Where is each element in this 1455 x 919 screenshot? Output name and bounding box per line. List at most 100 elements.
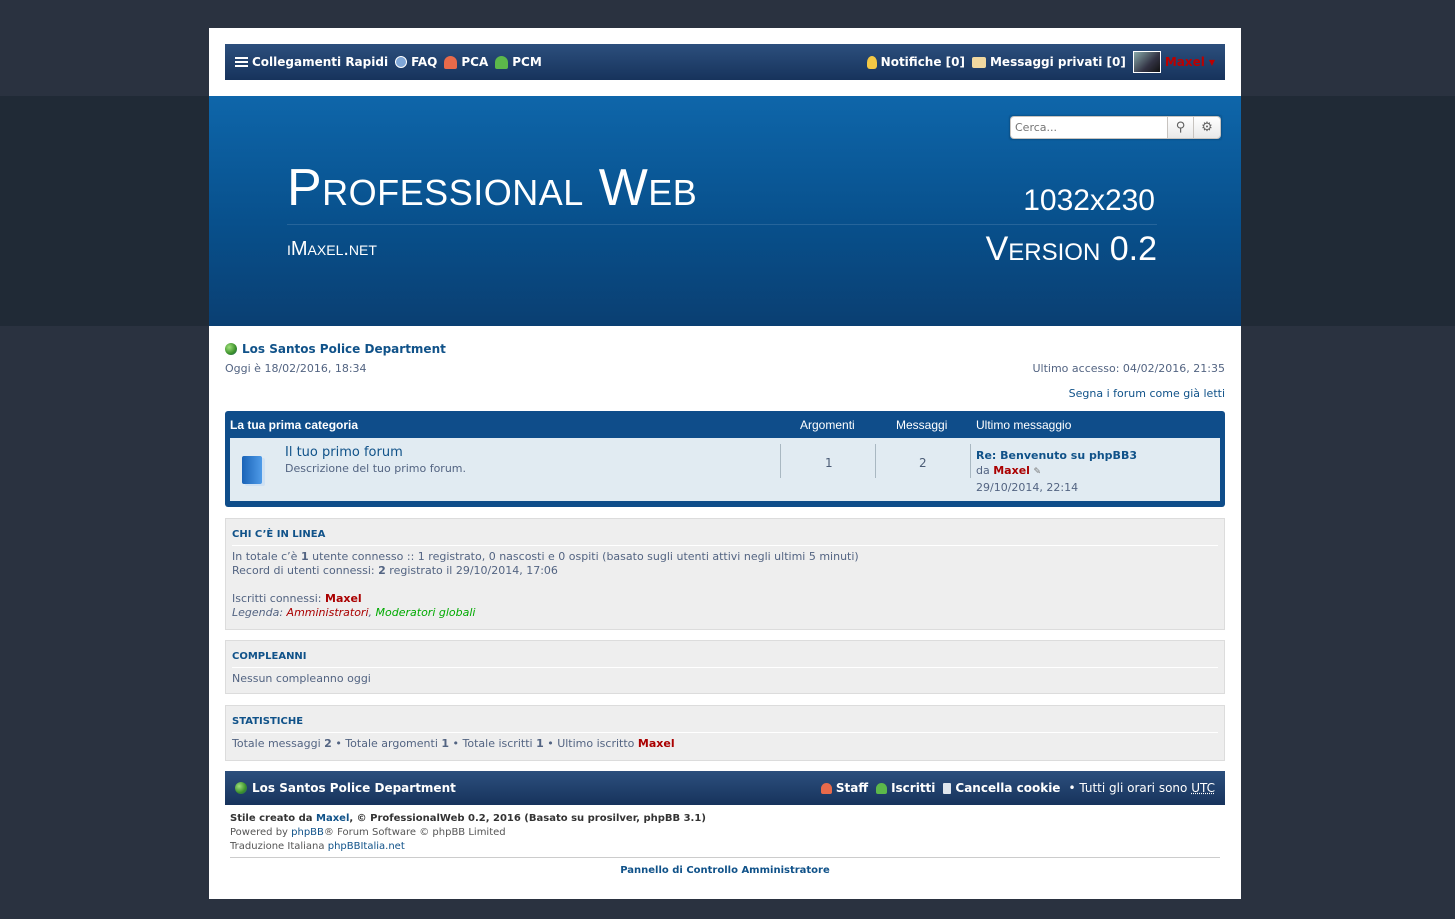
record-count: 2 <box>378 564 386 577</box>
faq-label: FAQ <box>411 55 438 69</box>
notifications-label: Notifiche [0] <box>880 55 965 69</box>
help-icon <box>395 56 408 68</box>
admin-user-icon <box>444 55 458 69</box>
pca-link[interactable]: PCA <box>444 55 488 69</box>
forum-read-icon <box>242 456 262 484</box>
delete-cookies-label: Cancella cookie <box>955 781 1061 795</box>
search-icon: ⚲ <box>1175 120 1186 135</box>
stat-label: • Totale iscritti <box>449 737 537 750</box>
page-wrapper: Collegamenti Rapidi FAQ PCA PCM Notifich… <box>209 28 1241 899</box>
forum-title-link[interactable]: Il tuo primo forum <box>285 445 403 460</box>
style-credit-text: Stile creato da <box>230 813 317 824</box>
advanced-search-button[interactable]: ⚙ <box>1194 116 1221 139</box>
online-members-label: Iscritti connessi: <box>232 592 325 605</box>
faq-link[interactable]: FAQ <box>395 55 437 69</box>
translation-link[interactable]: phpBBItalia.net <box>328 841 405 852</box>
column-divider <box>970 444 971 478</box>
statistics-heading: STATISTICHE <box>232 716 304 727</box>
username-label: Maxel <box>1164 55 1205 69</box>
logo-version: Version 0.2 <box>985 230 1157 268</box>
last-post-by-label: da <box>976 464 990 477</box>
stat-label: • Totale argomenti <box>331 737 442 750</box>
pca-label: PCA <box>461 55 489 69</box>
timezone-abbr: UTC <box>1191 781 1215 795</box>
col-last-post-header: Ultimo messaggio <box>976 418 1072 432</box>
mark-forums-read-link[interactable]: Segna i forum come già letti <box>1069 387 1225 400</box>
last-visit: Ultimo accesso: 04/02/2016, 21:35 <box>1032 362 1225 375</box>
panel-divider <box>232 667 1218 668</box>
breadcrumb-site-link[interactable]: Los Santos Police Department <box>242 342 446 356</box>
col-posts-header: Messaggi <box>896 418 948 432</box>
phpbb-link[interactable]: phpBB <box>291 827 324 838</box>
logo-divider <box>287 224 1157 225</box>
statistics-body: Totale messaggi 2 • Totale argomenti 1 •… <box>232 737 675 751</box>
pcm-label: PCM <box>512 55 542 69</box>
forum-topics-count: 1 <box>825 456 833 470</box>
panel-divider <box>232 732 1218 733</box>
last-post-author-link[interactable]: Maxel <box>993 464 1030 477</box>
staff-icon <box>820 782 832 794</box>
current-date: Oggi è 18/02/2016, 18:34 <box>225 362 367 375</box>
stat-total-posts: 2 <box>324 737 332 750</box>
forum-posts-count: 2 <box>919 456 927 470</box>
caret-down-icon: ▼ <box>1208 57 1215 67</box>
members-link[interactable]: Iscritti <box>876 781 935 795</box>
translation-text: Traduzione Italiana <box>230 841 328 852</box>
last-post-title-link[interactable]: Re: Benvenuto su phpBB3 <box>976 449 1137 462</box>
style-author-link[interactable]: Maxel <box>316 813 349 824</box>
staff-link[interactable]: Staff <box>820 781 869 795</box>
admin-control-panel-link[interactable]: Pannello di Controllo Amministratore <box>209 865 1241 876</box>
logo-site: iMaxel.net <box>287 238 377 260</box>
trash-icon <box>943 782 952 794</box>
logo-size: 1032x230 <box>1023 184 1155 217</box>
logo-title: Professional Web <box>287 159 698 217</box>
search-button[interactable]: ⚲ <box>1167 116 1194 139</box>
bell-icon <box>866 55 877 69</box>
footer-navbar: Los Santos Police Department Staff Iscri… <box>225 771 1225 805</box>
footer-home-link[interactable]: Los Santos Police Department <box>235 771 456 805</box>
last-post-info: Re: Benvenuto su phpBB3 da Maxel ✎ 29/10… <box>976 448 1137 495</box>
view-latest-post-icon[interactable]: ✎ <box>1033 467 1041 477</box>
online-text: In totale c’è <box>232 550 301 563</box>
stat-label: • Ultimo iscritto <box>543 737 638 750</box>
timezone-text: • Tutti gli orari sono UTC <box>1068 781 1215 795</box>
quick-links-label: Collegamenti Rapidi <box>252 55 389 69</box>
footer-site-label: Los Santos Police Department <box>252 781 456 795</box>
forum-description: Descrizione del tuo primo forum. <box>285 462 467 475</box>
column-divider <box>780 444 781 478</box>
avatar <box>1132 51 1161 73</box>
copyright-block: Stile creato da Maxel, © ProfessionalWeb… <box>230 812 706 854</box>
breadcrumb[interactable]: Los Santos Police Department <box>225 342 446 356</box>
newest-member-link[interactable]: Maxel <box>638 737 675 750</box>
legend-separator: , <box>368 606 373 619</box>
pcm-link[interactable]: PCM <box>495 55 542 69</box>
who-is-online-panel: CHI C’È IN LINEA In totale c’è 1 utente … <box>225 518 1225 630</box>
search-input[interactable] <box>1010 116 1167 139</box>
birthdays-text: Nessun compleanno oggi <box>232 672 371 685</box>
who-is-online-heading[interactable]: CHI C’È IN LINEA <box>232 529 325 540</box>
delete-cookies-link[interactable]: Cancella cookie <box>943 781 1060 795</box>
moderator-user-icon <box>495 55 509 69</box>
staff-label: Staff <box>835 781 869 795</box>
search-box: ⚲ ⚙ <box>1010 116 1221 139</box>
online-member-link[interactable]: Maxel <box>325 592 362 605</box>
birthdays-heading: COMPLEANNI <box>232 651 307 662</box>
forum-row: Il tuo primo forum Descrizione del tuo p… <box>230 438 1220 501</box>
user-menu[interactable]: Maxel ▼ <box>1132 51 1215 73</box>
birthdays-panel: COMPLEANNI Nessun compleanno oggi <box>225 640 1225 694</box>
members-label: Iscritti <box>891 781 936 795</box>
legend-admins-link[interactable]: Amministratori <box>287 606 369 619</box>
category-link[interactable]: La tua prima categoria <box>230 418 358 432</box>
quick-links-menu[interactable]: Collegamenti Rapidi <box>235 55 388 69</box>
top-navbar: Collegamenti Rapidi FAQ PCA PCM Notifich… <box>225 44 1225 80</box>
envelope-icon <box>971 56 986 68</box>
online-count: 1 <box>300 550 309 563</box>
private-messages-link[interactable]: Messaggi privati [0] <box>971 55 1126 69</box>
last-post-date: 29/10/2014, 22:14 <box>976 481 1079 494</box>
panel-divider <box>232 545 1218 546</box>
forum-category-table: La tua prima categoria Argomenti Messagg… <box>225 411 1225 507</box>
online-text: utente connesso :: 1 registrato, 0 nasco… <box>308 550 859 563</box>
who-is-online-body: In totale c’è 1 utente connesso :: 1 reg… <box>232 550 859 620</box>
legend-global-mods-link[interactable]: Moderatori globali <box>376 606 476 619</box>
notifications-link[interactable]: Notifiche [0] <box>866 55 965 69</box>
